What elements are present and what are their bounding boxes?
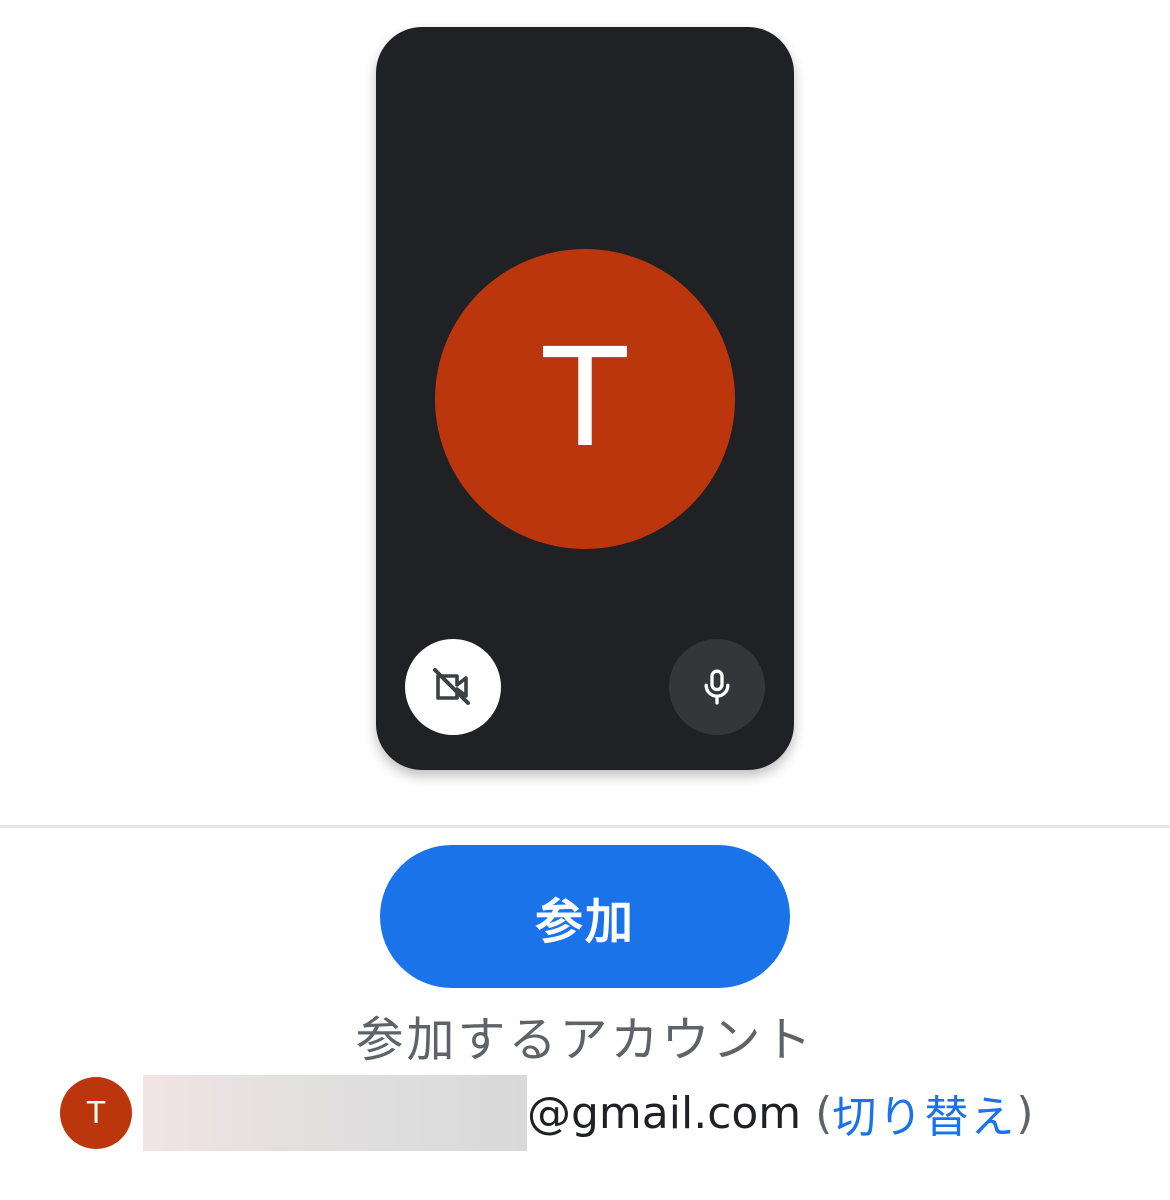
join-button[interactable]: 参加 [380, 845, 790, 988]
camera-preview: T [376, 27, 794, 770]
section-divider [0, 825, 1170, 828]
account-email: @gmail.com [527, 1087, 802, 1139]
microphone-toggle-button[interactable] [669, 639, 765, 735]
camera-toggle-button[interactable] [405, 639, 501, 735]
videocam-off-icon [433, 668, 470, 705]
paren-close: ) [1016, 1087, 1034, 1139]
account-row: T @gmail.com ( 切り替え ) [60, 1075, 1034, 1151]
mic-icon [704, 669, 730, 705]
redacted-email-name [143, 1075, 527, 1151]
account-label: 参加するアカウント [355, 1012, 815, 1068]
switch-account-link[interactable]: 切り替え [832, 1081, 1016, 1145]
account-avatar: T [60, 1077, 132, 1149]
paren-open: ( [815, 1087, 833, 1139]
preview-avatar: T [435, 249, 735, 549]
